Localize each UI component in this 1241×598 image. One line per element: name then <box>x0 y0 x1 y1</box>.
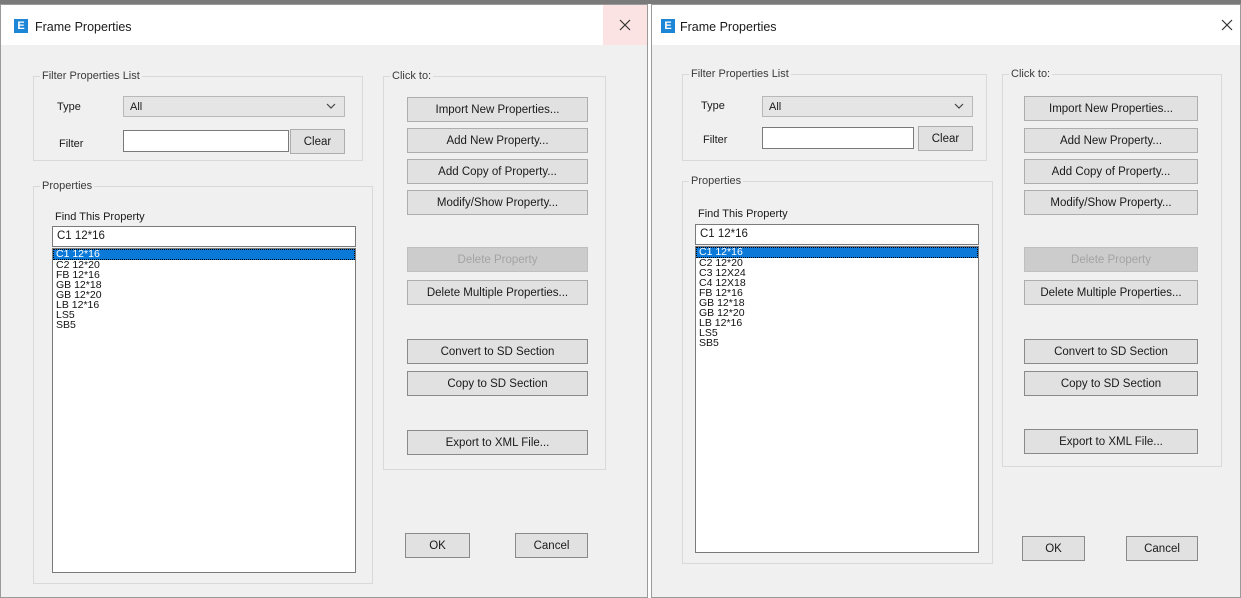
import-new-properties-button[interactable]: Import New Properties... <box>1024 96 1198 121</box>
properties-group-legend: Properties <box>689 174 744 188</box>
app-icon: E <box>661 19 675 33</box>
frame-properties-dialog-left: E Frame Properties Filter Properties Lis… <box>0 4 648 598</box>
app-icon: E <box>14 19 28 33</box>
list-item[interactable]: LB 12*16 <box>53 300 355 311</box>
filter-label: Filter <box>59 138 84 150</box>
cancel-button[interactable]: Cancel <box>515 533 588 558</box>
click-to-legend: Click to: <box>390 69 434 83</box>
list-item[interactable]: LS5 <box>53 310 355 321</box>
title-bar: E Frame Properties <box>652 5 1240 45</box>
type-select[interactable]: All <box>762 96 973 117</box>
filter-input[interactable] <box>123 130 289 152</box>
convert-to-sd-section-button[interactable]: Convert to SD Section <box>1024 339 1198 364</box>
filter-input[interactable] <box>762 127 914 149</box>
type-label: Type <box>57 101 81 113</box>
find-property-input[interactable]: C1 12*16 <box>52 226 356 247</box>
chevron-down-icon <box>954 103 964 109</box>
filter-group-legend: Filter Properties List <box>40 69 142 83</box>
import-new-properties-button[interactable]: Import New Properties... <box>407 97 588 122</box>
dialog-title: Frame Properties <box>680 20 777 34</box>
filter-properties-group: Filter Properties List Type All Filter C… <box>33 69 363 161</box>
add-new-property-button[interactable]: Add New Property... <box>1024 128 1198 153</box>
close-icon <box>619 19 631 31</box>
clear-button[interactable]: Clear <box>918 126 973 151</box>
click-to-group: Click to: Import New Properties... Add N… <box>383 69 606 470</box>
copy-to-sd-section-button[interactable]: Copy to SD Section <box>1024 371 1198 396</box>
find-property-label: Find This Property <box>55 211 145 223</box>
filter-label: Filter <box>703 134 728 146</box>
copy-to-sd-section-button[interactable]: Copy to SD Section <box>407 371 588 396</box>
chevron-down-icon <box>326 103 336 109</box>
list-item[interactable]: SB5 <box>696 338 978 349</box>
type-label: Type <box>701 100 725 112</box>
list-item[interactable]: SB5 <box>53 320 355 331</box>
convert-to-sd-section-button[interactable]: Convert to SD Section <box>407 339 588 364</box>
close-button[interactable] <box>1212 5 1241 45</box>
properties-group-legend: Properties <box>40 179 95 193</box>
add-new-property-button[interactable]: Add New Property... <box>407 128 588 153</box>
find-property-value: C1 12*16 <box>700 228 748 240</box>
filter-group-legend: Filter Properties List <box>689 67 791 81</box>
type-select[interactable]: All <box>123 96 345 117</box>
click-to-group: Click to: Import New Properties... Add N… <box>1002 67 1222 467</box>
find-property-value: C1 12*16 <box>57 230 105 242</box>
filter-properties-group: Filter Properties List Type All Filter C… <box>682 67 987 161</box>
type-select-value: All <box>130 101 143 113</box>
properties-list[interactable]: C1 12*16 C2 12*20 C3 12X24 C4 12X18 FB 1… <box>695 246 979 553</box>
title-bar: E Frame Properties <box>1 5 647 45</box>
delete-property-button[interactable]: Delete Property <box>407 247 588 272</box>
list-item[interactable]: LB 12*16 <box>696 318 978 329</box>
properties-list[interactable]: C1 12*16 C2 12*20 FB 12*16 GB 12*18 GB 1… <box>52 248 356 573</box>
properties-group: Properties Find This Property C1 12*16 C… <box>33 179 373 584</box>
list-item[interactable]: LS5 <box>696 328 978 339</box>
type-select-value: All <box>769 101 782 113</box>
ok-button[interactable]: OK <box>1022 536 1085 561</box>
add-copy-of-property-button[interactable]: Add Copy of Property... <box>407 159 588 184</box>
delete-property-button[interactable]: Delete Property <box>1024 247 1198 272</box>
modify-show-property-button[interactable]: Modify/Show Property... <box>1024 190 1198 215</box>
properties-group: Properties Find This Property C1 12*16 C… <box>682 174 993 564</box>
find-property-input[interactable]: C1 12*16 <box>695 224 979 245</box>
find-property-label: Find This Property <box>698 208 788 220</box>
delete-multiple-properties-button[interactable]: Delete Multiple Properties... <box>407 280 588 305</box>
frame-properties-dialog-right: E Frame Properties Filter Properties Lis… <box>651 4 1241 598</box>
close-button[interactable] <box>603 5 647 45</box>
export-to-xml-file-button[interactable]: Export to XML File... <box>1024 429 1198 454</box>
delete-multiple-properties-button[interactable]: Delete Multiple Properties... <box>1024 280 1198 305</box>
export-to-xml-file-button[interactable]: Export to XML File... <box>407 430 588 455</box>
ok-button[interactable]: OK <box>405 533 470 558</box>
close-icon <box>1221 19 1233 31</box>
dialog-title: Frame Properties <box>35 20 132 34</box>
click-to-legend: Click to: <box>1009 67 1053 81</box>
clear-button[interactable]: Clear <box>290 129 345 154</box>
modify-show-property-button[interactable]: Modify/Show Property... <box>407 190 588 215</box>
add-copy-of-property-button[interactable]: Add Copy of Property... <box>1024 159 1198 184</box>
cancel-button[interactable]: Cancel <box>1126 536 1198 561</box>
